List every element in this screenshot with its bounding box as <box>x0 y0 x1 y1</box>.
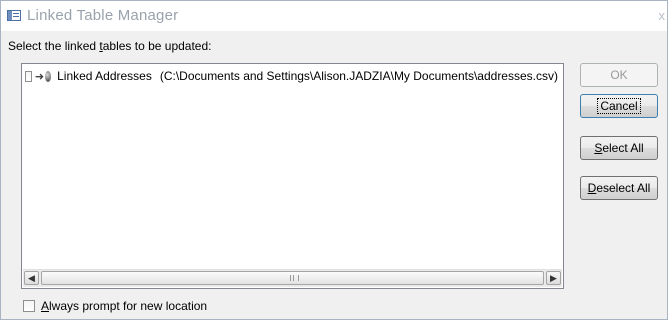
always-prompt-checkbox[interactable] <box>23 300 35 312</box>
select-all-button[interactable]: Select All <box>580 136 658 160</box>
window-title: Linked Table Manager <box>27 7 179 24</box>
linked-tables-list[interactable]: ➜ Linked Addresses (C:\Documents and Set… <box>21 63 564 289</box>
instruction-text-pre: Select the linked <box>8 39 100 53</box>
table-checkbox[interactable] <box>25 70 32 82</box>
table-manager-icon <box>7 10 21 21</box>
cancel-button[interactable]: Cancel <box>580 94 658 118</box>
table-path: (C:\Documents and Settings\Alison.JADZIA… <box>159 69 558 83</box>
linked-text-table-icon <box>45 70 52 82</box>
scroll-grip-icon <box>289 275 299 281</box>
title-bar[interactable]: Linked Table Manager x <box>1 1 667 31</box>
table-name: Linked Addresses <box>57 69 152 83</box>
link-arrow-icon: ➜ <box>34 70 45 83</box>
always-prompt-option[interactable]: Always prompt for new location <box>23 299 207 313</box>
always-prompt-label: Always prompt for new location <box>41 299 207 313</box>
always-prompt-accelerator: A <box>41 299 50 313</box>
linked-table-manager-dialog: Linked Table Manager x Select the linked… <box>0 0 668 320</box>
horizontal-scrollbar[interactable]: ◀ ▶ <box>23 269 562 287</box>
scroll-right-button[interactable]: ▶ <box>546 271 561 285</box>
scroll-left-button[interactable]: ◀ <box>24 271 39 285</box>
instruction-label: Select the linked tables to be updated: <box>8 39 212 53</box>
cancel-button-label: Cancel <box>597 98 641 114</box>
select-all-label: elect All <box>602 141 644 155</box>
close-icon[interactable]: x <box>659 8 666 23</box>
ok-button[interactable]: OK <box>580 63 658 87</box>
list-item[interactable]: ➜ Linked Addresses (C:\Documents and Set… <box>25 68 558 84</box>
deselect-all-accelerator: D <box>587 181 597 195</box>
instruction-text-post: ables to be updated: <box>102 39 212 53</box>
scroll-thumb[interactable] <box>41 271 544 285</box>
always-prompt-text: lways prompt for new location <box>49 299 208 313</box>
deselect-all-button[interactable]: Deselect All <box>580 176 658 200</box>
deselect-all-label: eselect All <box>596 181 651 195</box>
